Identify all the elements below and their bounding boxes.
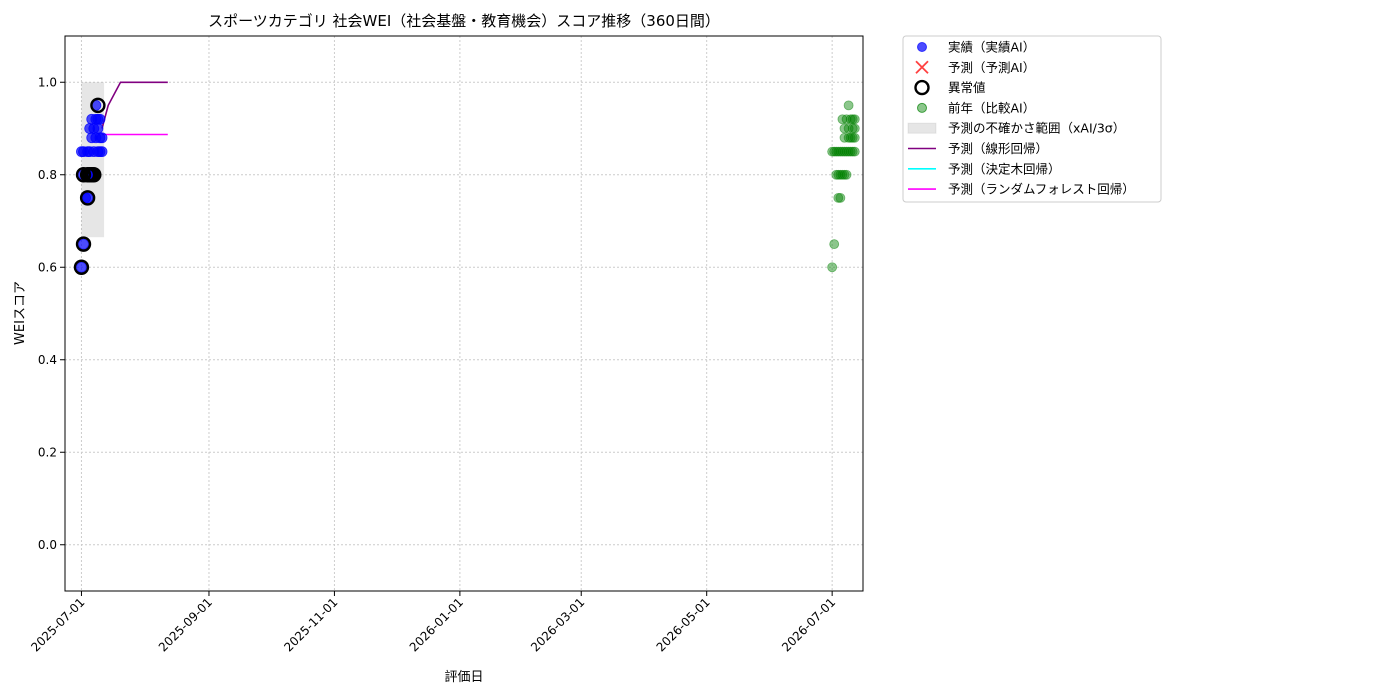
y-axis: 0.0 0.2 0.4 0.6 0.8 1.0 [38, 75, 65, 552]
y-tick-label: 0.2 [38, 445, 57, 459]
data-point [827, 262, 838, 273]
y-tick-label: 0.4 [38, 353, 57, 367]
chart-title: スポーツカテゴリ 社会WEI（社会基盤・教育機会）スコア推移（360日間） [208, 12, 720, 30]
legend-label: 予測の不確かさ範囲（xAI/3σ） [948, 121, 1125, 136]
legend-swatch [917, 102, 927, 113]
data-point [849, 114, 860, 125]
x-axis-label: 評価日 [444, 670, 483, 685]
legend-swatch [907, 122, 937, 134]
point-layer [73, 97, 860, 275]
data-point [76, 261, 87, 273]
x-tick-label: 2026-07-01 [779, 595, 838, 654]
x-axis: 2025-07-01 2025-09-01 2025-11-01 2026-01-01… [28, 591, 838, 654]
x-tick-label: 2026-05-01 [654, 595, 713, 654]
legend-label: 予測（決定木回帰） [948, 161, 1061, 176]
line-layer [101, 81, 168, 136]
y-tick-label: 0.0 [38, 538, 57, 552]
grid-lines [65, 36, 863, 591]
data-point [849, 123, 860, 134]
data-point [96, 132, 108, 144]
legend-label: 予測（ランダムフォレスト回帰） [948, 182, 1135, 197]
y-tick-label: 0.6 [38, 260, 57, 274]
data-point [92, 123, 104, 134]
data-point [849, 132, 860, 143]
y-tick-label: 1.0 [38, 75, 57, 89]
data-point [849, 146, 860, 157]
data-point [835, 192, 846, 203]
legend-label: 実績（実績AI） [948, 40, 1035, 55]
chart: スポーツカテゴリ 社会WEI（社会基盤・教育機会）スコア推移（360日間） 20… [13, 12, 1162, 685]
legend-swatch [917, 42, 927, 52]
legend-label: 予測（予測AI） [948, 60, 1035, 75]
x-tick-label: 2025-09-01 [156, 595, 215, 654]
data-point [841, 169, 852, 180]
data-point [96, 146, 108, 158]
plot-frame [64, 35, 864, 592]
data-point [82, 192, 94, 204]
legend-label: 異常値 [948, 80, 986, 95]
data-point [78, 238, 89, 250]
y-tick-label: 0.8 [38, 168, 57, 182]
legend: 実績（実績AI） 予測（予測AI） 異常値前年（比較AI） 予測の不確かさ範囲（xAI… [902, 35, 1162, 203]
data-point [829, 239, 840, 250]
legend-label: 予測（線形回帰） [948, 141, 1048, 156]
legend-label: 前年（比較AI） [948, 100, 1035, 115]
x-tick-label: 2026-03-01 [528, 595, 587, 654]
series-line [101, 81, 168, 129]
x-tick-label: 2025-07-01 [28, 595, 87, 654]
x-tick-label: 2026-01-01 [407, 595, 466, 654]
x-tick-label: 2025-11-01 [281, 595, 340, 654]
data-point [94, 113, 106, 125]
data-point [843, 100, 854, 111]
y-axis-label: WEIスコア [13, 281, 28, 345]
